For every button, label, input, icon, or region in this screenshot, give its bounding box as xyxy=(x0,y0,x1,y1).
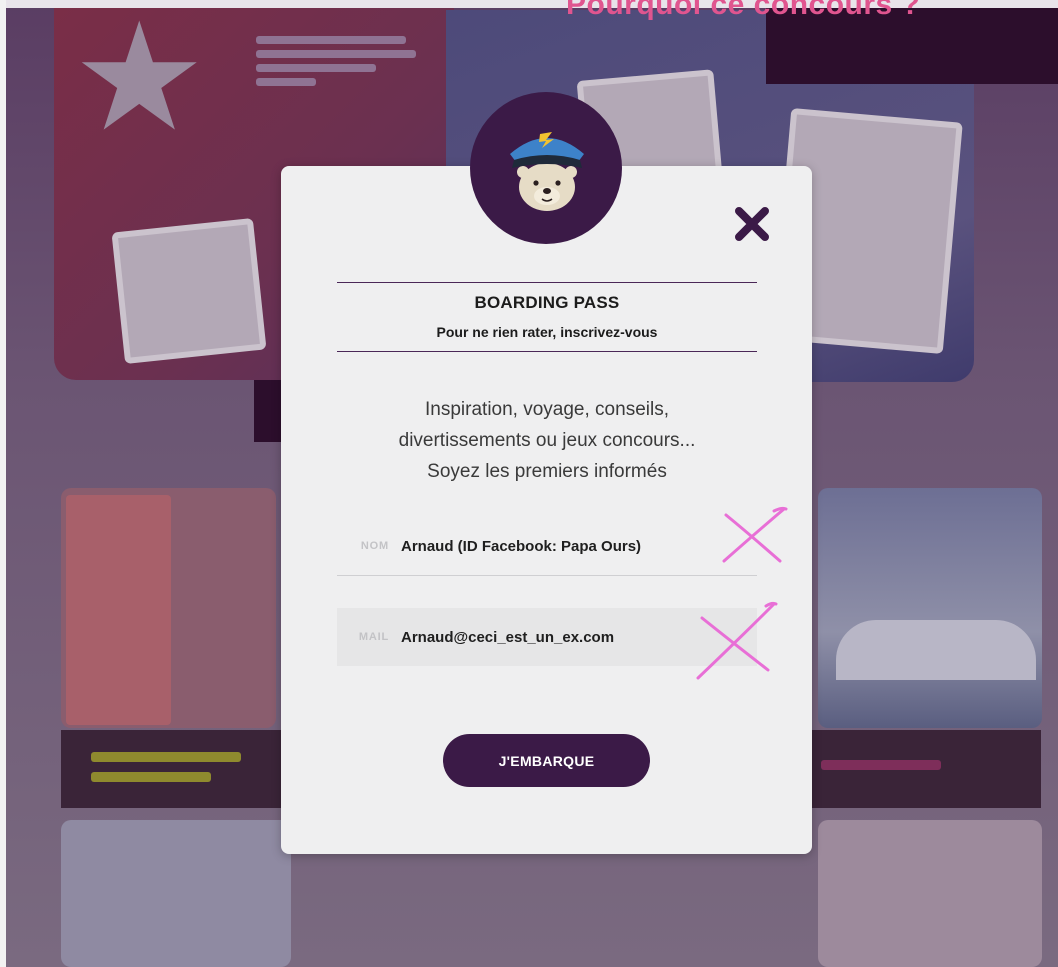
nom-input[interactable] xyxy=(401,537,741,555)
banner-text-left xyxy=(91,752,241,762)
description-line-1: Inspiration, voyage, conseils, xyxy=(425,399,669,420)
modal-description: Inspiration, voyage, conseils, divertiss… xyxy=(330,394,764,487)
banner-text-right xyxy=(821,760,941,770)
description-line-3: Soyez les premiers informés xyxy=(427,461,667,482)
embarque-button[interactable]: J'EMBARQUE xyxy=(443,734,650,787)
mail-input[interactable] xyxy=(401,628,741,646)
background-text-lines xyxy=(256,30,416,92)
banner-text-left-2 xyxy=(91,772,211,782)
description-line-2: divertissements ou jeux concours... xyxy=(398,430,696,451)
background-heading: Pourquoi ce concours ? xyxy=(566,0,921,21)
close-x-icon[interactable] xyxy=(733,205,771,243)
photo-1 xyxy=(111,217,267,365)
card-right xyxy=(818,488,1042,728)
mountain-shape xyxy=(836,620,1036,680)
mail-label: MAIL xyxy=(358,631,389,643)
title-rule-top xyxy=(337,282,757,283)
card-bottom-right xyxy=(818,820,1042,967)
modal-title: BOARDING PASS xyxy=(474,293,620,312)
bear-pilot-illustration xyxy=(510,132,584,211)
annotation-cross-icon xyxy=(722,506,788,563)
annotation-cross-icon xyxy=(696,601,778,680)
nom-label: NOM xyxy=(360,540,389,552)
bear-pilot-icon xyxy=(470,92,622,244)
modal-subtitle: Pour ne rien rater, inscrivez-vous xyxy=(436,324,658,340)
title-rule-bottom xyxy=(337,351,757,352)
card-left-book xyxy=(66,495,171,725)
nom-field[interactable]: NOM xyxy=(337,517,757,576)
star-icon: ★ xyxy=(72,0,207,161)
card-bottom-left xyxy=(61,820,291,967)
